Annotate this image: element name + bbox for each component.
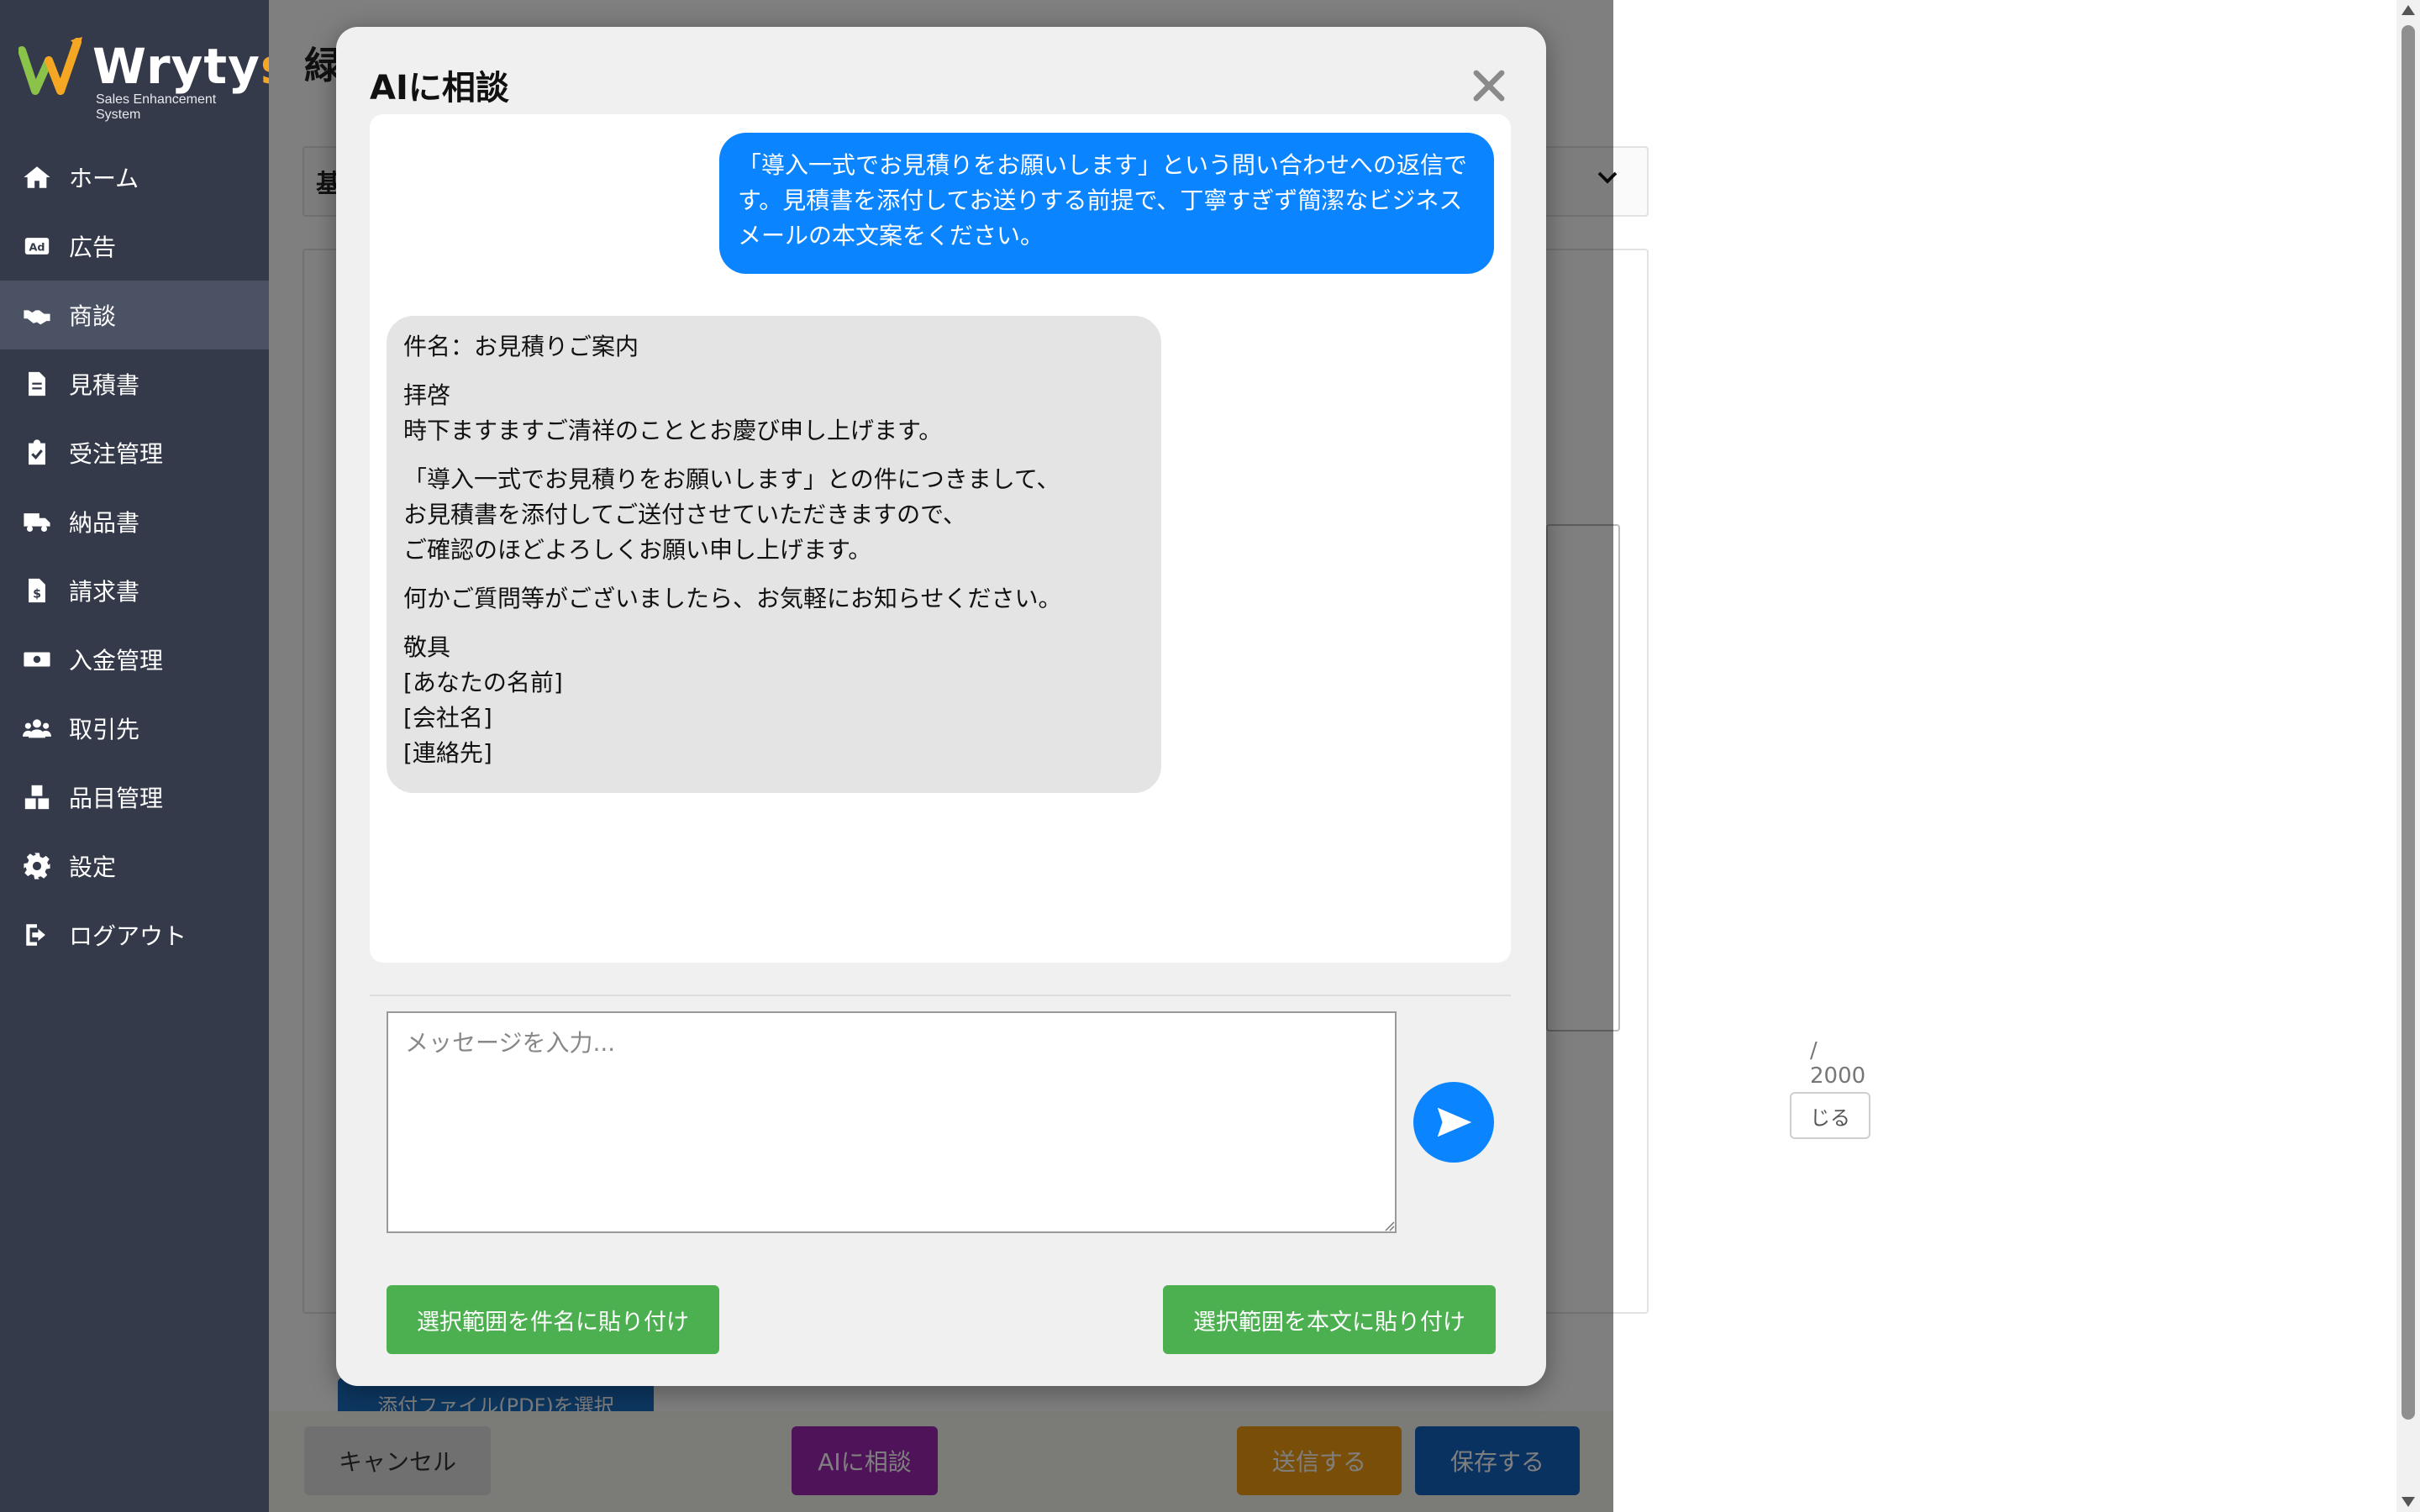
gear-icon bbox=[22, 851, 52, 881]
logo-text: Wrytys bbox=[92, 38, 289, 95]
scroll-down-arrow-icon[interactable] bbox=[2402, 1497, 2415, 1507]
divider bbox=[370, 995, 1511, 996]
user-message: 「導入一式でお見積りをお願いします」という問い合わせへの返信です。見積書を添付し… bbox=[719, 133, 1494, 274]
ai-message-subject: 件名：お見積りご案内 bbox=[403, 333, 639, 360]
resize-grip-icon[interactable] bbox=[1381, 1218, 1395, 1231]
sidebar-item-logout[interactable]: ログアウト bbox=[0, 900, 269, 969]
sidebar-item-label: 請求書 bbox=[69, 578, 140, 606]
paste-to-body-button[interactable]: 選択範囲を本文に貼り付け bbox=[1163, 1285, 1496, 1354]
modal-title: AIに相談 bbox=[370, 69, 509, 108]
truck-icon bbox=[22, 507, 52, 537]
sidebar-item-label: 納品書 bbox=[69, 509, 140, 537]
sidebar-item-clients[interactable]: 取引先 bbox=[0, 694, 269, 763]
ai-message[interactable]: 件名：お見積りご案内 拝啓 時下ますますご清祥のこととお慶び申し上げます。 「導… bbox=[387, 316, 1161, 793]
sidebar-item-label: 設定 bbox=[69, 853, 117, 881]
sidebar-item-label: 品目管理 bbox=[69, 785, 164, 812]
sidebar-item-settings[interactable]: 設定 bbox=[0, 832, 269, 900]
sidebar: Wrytys Sales Enhancement System ホーム Ad 広… bbox=[0, 0, 289, 1512]
money-icon bbox=[22, 644, 52, 675]
logo-subtitle: Sales Enhancement System bbox=[96, 92, 217, 122]
invoice-icon: $ bbox=[22, 575, 52, 606]
sidebar-item-invoices[interactable]: $ 請求書 bbox=[0, 556, 269, 625]
sidebar-item-label: 見積書 bbox=[69, 371, 140, 399]
scrollbar-thumb[interactable] bbox=[2402, 25, 2415, 1420]
home-icon bbox=[22, 162, 52, 192]
ai-message-body: 「導入一式でお見積りをお願いします」との件につきまして、 お見積書を添付してご送… bbox=[403, 465, 1060, 564]
scroll-up-arrow-icon[interactable] bbox=[2402, 5, 2415, 15]
message-input[interactable] bbox=[387, 1011, 1397, 1233]
paste-to-subject-button[interactable]: 選択範囲を件名に貼り付け bbox=[387, 1285, 719, 1354]
sidebar-item-orders[interactable]: 受注管理 bbox=[0, 418, 269, 487]
sidebar-nav: ホーム Ad 広告 商談 見積書 受注管理 納品書 $ 請求書 入金管理 取引先… bbox=[0, 143, 269, 969]
sidebar-item-label: 広告 bbox=[69, 234, 117, 261]
sidebar-item-quotes[interactable]: 見積書 bbox=[0, 349, 269, 418]
sidebar-item-items[interactable]: 品目管理 bbox=[0, 763, 269, 832]
sidebar-item-payments[interactable]: 入金管理 bbox=[0, 625, 269, 694]
sidebar-item-label: ログアウト bbox=[69, 922, 187, 950]
sidebar-item-label: 商談 bbox=[69, 302, 117, 330]
clipboard-check-icon bbox=[22, 438, 52, 468]
collapse-button[interactable]: じる bbox=[1790, 1092, 1870, 1139]
send-message-button[interactable] bbox=[1413, 1082, 1494, 1163]
app-logo[interactable]: Wrytys Sales Enhancement System bbox=[18, 35, 289, 122]
ai-message-signature: 敬具 [あなたの名前] [会社名] [連絡先] bbox=[403, 633, 563, 767]
char-counter: / 2000 bbox=[1810, 1038, 1866, 1089]
paper-plane-icon bbox=[1437, 1107, 1472, 1137]
chat-log[interactable]: 「導入一式でお見積りをお願いします」という問い合わせへの返信です。見積書を添付し… bbox=[370, 114, 1511, 963]
ai-message-closing: 何かご質問等がございましたら、お気軽にお知らせください。 bbox=[403, 585, 1062, 612]
users-icon bbox=[22, 713, 52, 743]
sidebar-item-label: 取引先 bbox=[69, 716, 140, 743]
logo-mark-icon bbox=[18, 37, 82, 95]
boxes-icon bbox=[22, 782, 52, 812]
sidebar-item-label: ホーム bbox=[69, 165, 139, 192]
svg-text:$: $ bbox=[33, 588, 41, 601]
sidebar-item-delivery[interactable]: 納品書 bbox=[0, 487, 269, 556]
close-icon[interactable] bbox=[1467, 64, 1511, 108]
sidebar-item-ads[interactable]: Ad 広告 bbox=[0, 212, 269, 281]
sidebar-item-label: 入金管理 bbox=[69, 647, 164, 675]
sidebar-item-label: 受注管理 bbox=[69, 440, 164, 468]
sidebar-item-home[interactable]: ホーム bbox=[0, 143, 269, 212]
sidebar-item-deals[interactable]: 商談 bbox=[0, 281, 269, 349]
ai-message-greeting: 拝啓 時下ますますご清祥のこととお慶び申し上げます。 bbox=[403, 381, 943, 444]
handshake-icon bbox=[22, 300, 52, 330]
document-icon bbox=[22, 369, 52, 399]
ai-consult-modal: AIに相談 「導入一式でお見積りをお願いします」という問い合わせへの返信です。見… bbox=[336, 27, 1546, 1386]
svg-text:Ad: Ad bbox=[29, 242, 45, 255]
logout-icon bbox=[22, 920, 52, 950]
ad-icon: Ad bbox=[22, 231, 52, 261]
